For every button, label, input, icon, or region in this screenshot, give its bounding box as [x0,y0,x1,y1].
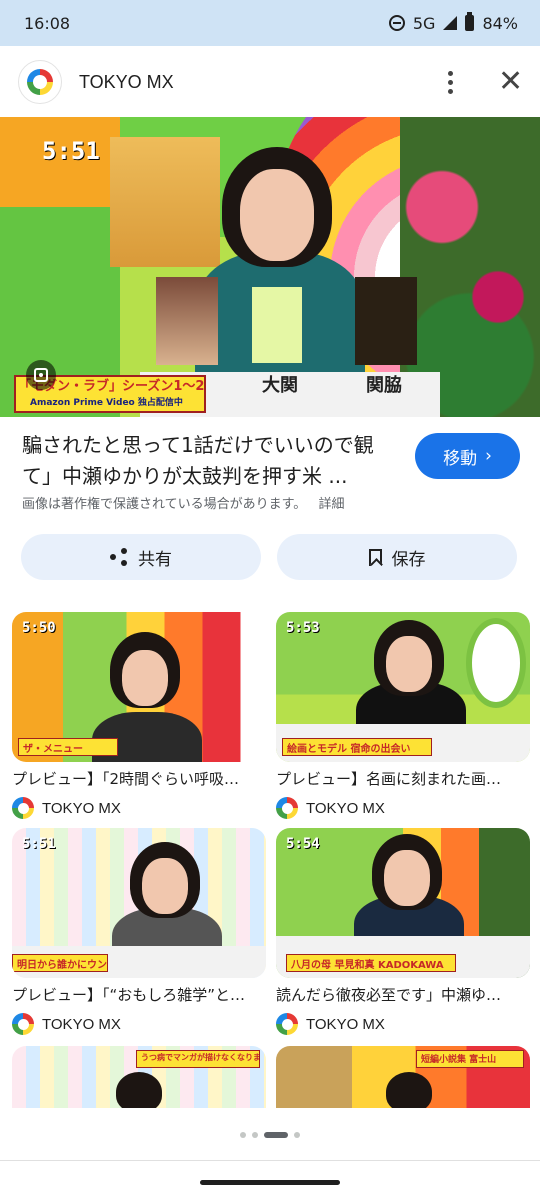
source-title[interactable]: TOKYO MX [79,72,438,93]
presenter-face [240,169,314,261]
network-label: 5G [412,13,436,33]
lens-icon [34,368,48,382]
thumbnail-caption: 明日から誰かにウンチク [12,954,108,972]
related-source-name: TOKYO MX [42,1015,121,1033]
pager-dot [240,1132,246,1138]
related-thumbnail[interactable]: 短編小説集 富士山 [276,1046,530,1108]
main-image[interactable]: 大関 関脇 5:51 「モダン・ラブ」シーズン1～2 Amazon Prime … [0,117,540,417]
battery-icon [465,12,475,31]
status-bar: 16:08 5G 84% [0,0,540,46]
visit-button[interactable]: 移動 › [415,433,520,479]
related-source[interactable]: TOKYO MX [12,1013,266,1035]
related-source-name: TOKYO MX [306,799,385,817]
thumbnail-caption: 短編小説集 富士山 [416,1050,524,1068]
related-title[interactable]: プレビュー】名画に刻まれた画… [276,768,530,789]
related-card[interactable]: 5:53 絵画とモデル 宿命の出会い プレビュー】名画に刻まれた画… TOKYO… [276,612,530,819]
status-icons: 5G 84% [388,12,518,33]
related-card[interactable]: 5:50 ザ・メニュー プレビュー】「2時間ぐらい呼吸… TOKYO MX [12,612,266,819]
set-building [110,137,220,267]
related-source-name: TOKYO MX [42,799,121,817]
desk-label-ozeki: 大関 [262,375,298,396]
tokyo-mx-logo-icon [12,797,34,819]
presenter-face [142,858,188,914]
pager-dot-active [264,1132,288,1138]
more-options-icon[interactable] [438,68,462,96]
signal-icon [443,16,458,30]
divider [0,1160,540,1161]
thumbnail-caption: ザ・メニュー [18,738,118,756]
status-time: 16:08 [24,13,71,33]
thumbnail-caption: うつ病でマンガが描けなくなりました [136,1050,260,1068]
save-button[interactable]: 保存 [277,534,517,580]
related-card[interactable]: 5:54 八月の母 早見和真 KADOKAWA 読んだら徹夜必至です」中瀬ゆ… … [276,828,530,1035]
related-thumbnail[interactable]: 5:54 八月の母 早見和真 KADOKAWA [276,828,530,978]
caption-subtitle: Amazon Prime Video 独占配信中 [30,398,183,408]
viewer-header: TOKYO MX ✕ [0,46,540,118]
related-card[interactable]: うつ病でマンガが描けなくなりました [12,1046,266,1108]
copyright-text: 画像は著作権で保護されている場合があります。 [22,497,307,512]
share-icon [110,548,128,566]
related-card[interactable]: 5:51 明日から誰かにウンチク プレビュー】「“おもしろ雑学”と… TOKYO… [12,828,266,1035]
pager-dot [294,1132,300,1138]
channel-avatar[interactable] [18,60,62,104]
lens-search-button[interactable] [26,360,56,390]
desk-label-sekiwake: 関脇 [366,375,402,396]
related-source-name: TOKYO MX [306,1015,385,1033]
thumbnail-timestamp: 5:53 [286,620,320,636]
related-title[interactable]: 読んだら徹夜必至です」中瀬ゆ… [276,984,530,1005]
thumbnail-caption: 絵画とモデル 宿命の出会い [282,738,432,756]
presenter-face [384,850,430,906]
bookmark-icon [368,548,382,566]
tokyo-mx-logo-icon [12,1013,34,1035]
share-button[interactable]: 共有 [21,534,261,580]
book-modern-love [156,277,218,365]
related-thumbnail[interactable]: 5:50 ザ・メニュー [12,612,266,762]
hero-timestamp: 5:51 [42,137,100,165]
related-title[interactable]: プレビュー】「2時間ぐらい呼吸… [12,768,266,789]
thumbnail-caption: 八月の母 早見和真 KADOKAWA [286,954,456,972]
close-icon[interactable]: ✕ [498,67,523,97]
related-title[interactable]: プレビュー】「“おもしろ雑学”と… [12,984,266,1005]
book-dark [355,277,417,365]
pager-dot [252,1132,258,1138]
related-thumbnail[interactable]: 5:53 絵画とモデル 宿命の出会い [276,612,530,762]
share-label: 共有 [138,549,172,570]
thumbnail-timestamp: 5:50 [22,620,56,636]
visit-label: 移動 [443,448,478,469]
related-source[interactable]: TOKYO MX [276,797,530,819]
thumbnail-timestamp: 5:51 [22,836,56,852]
tokyo-mx-logo-icon [276,1013,298,1035]
tokyo-mx-logo-icon [276,797,298,819]
related-thumbnail[interactable]: うつ病でマンガが描けなくなりました [12,1046,266,1108]
do-not-disturb-icon [388,15,405,31]
gesture-navigation-bar[interactable] [200,1180,340,1185]
presenter-hair [116,1072,162,1108]
save-label: 保存 [391,549,426,570]
presenter-face [122,650,168,706]
presenter-hair [386,1072,432,1108]
carousel-pager [0,1132,540,1138]
details-link[interactable]: 詳細 [318,497,344,512]
battery-level: 84% [482,13,518,33]
related-thumbnail[interactable]: 5:51 明日から誰かにウンチク [12,828,266,978]
thumbnail-timestamp: 5:54 [286,836,320,852]
related-source[interactable]: TOKYO MX [12,797,266,819]
tokyo-mx-logo-icon [27,69,53,95]
presenter-face [386,636,432,692]
copyright-notice: 画像は著作権で保護されている場合があります。 詳細 [22,493,344,512]
related-source[interactable]: TOKYO MX [276,1013,530,1035]
related-card[interactable]: 短編小説集 富士山 [276,1046,530,1108]
book-green [252,287,302,363]
result-title[interactable]: 騙されたと思って1話だけでいいので観て」中瀬ゆかりが太鼓判を押す米 ... [22,430,392,492]
chevron-right-icon: › [485,446,492,466]
gojimu-logo [466,618,526,708]
